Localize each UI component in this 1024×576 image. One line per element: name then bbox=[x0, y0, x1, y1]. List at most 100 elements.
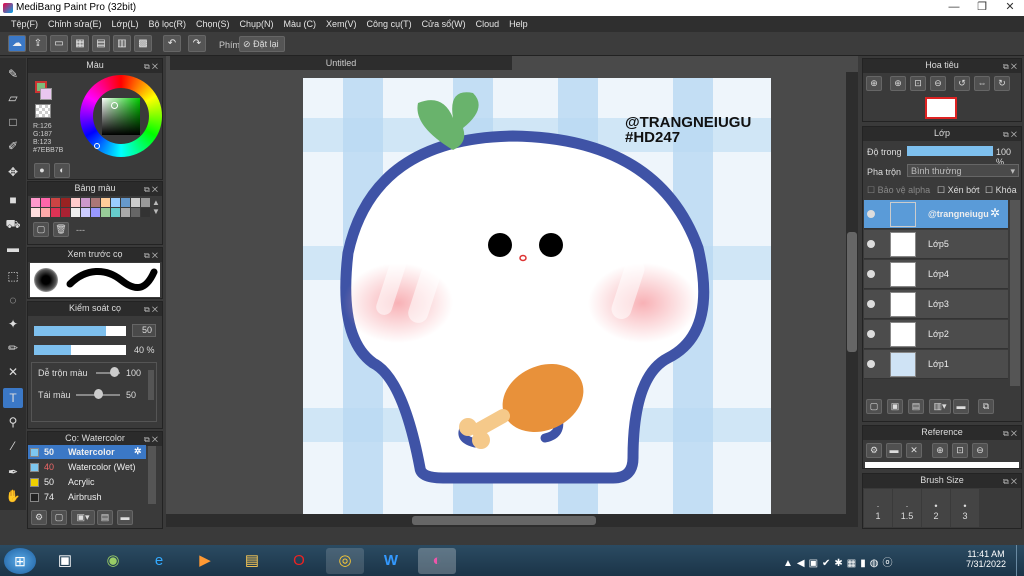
transparent-color-swatch[interactable] bbox=[35, 104, 51, 118]
panel-options-icon[interactable]: ⧉ ✕ bbox=[1003, 128, 1017, 141]
move-tool-icon[interactable]: ✥ bbox=[3, 162, 23, 182]
palette-swatch[interactable] bbox=[81, 198, 90, 207]
horizontal-scroll-thumb[interactable] bbox=[412, 516, 596, 525]
palette-swatch[interactable] bbox=[101, 208, 110, 217]
layer-menu-icon[interactable]: ▥▾ bbox=[929, 399, 951, 414]
layer-folder-icon[interactable]: ▬ bbox=[953, 399, 969, 414]
palette-swatch[interactable] bbox=[121, 198, 130, 207]
medibang-taskbar-icon[interactable]: ◐ bbox=[418, 548, 456, 574]
zoom-out-icon[interactable]: ⊖ bbox=[930, 76, 946, 91]
new-brush-icon[interactable]: ▢ bbox=[51, 510, 67, 525]
mix-slider-handle[interactable] bbox=[110, 367, 119, 377]
menu-window[interactable]: Cửa sổ(W) bbox=[417, 16, 471, 32]
brush-size-slider[interactable] bbox=[34, 326, 126, 336]
panel-options-icon[interactable]: ⧉ ✕ bbox=[144, 303, 158, 316]
close-button[interactable]: ✕ bbox=[996, 0, 1024, 16]
brush-opacity-slider[interactable] bbox=[34, 345, 126, 355]
text-tool-icon[interactable]: T bbox=[3, 388, 23, 408]
gear-icon[interactable]: ✲ bbox=[990, 206, 1000, 220]
new-color-layer-icon[interactable]: ▣ bbox=[887, 399, 903, 414]
eraser-tool-icon[interactable]: ▱ bbox=[3, 88, 23, 108]
opera-icon[interactable]: O bbox=[280, 548, 318, 574]
trash-icon[interactable]: 🗑 bbox=[53, 222, 69, 237]
menu-edit[interactable]: Chỉnh sửa(E) bbox=[43, 16, 107, 32]
add-brush-icon[interactable]: ⚙ bbox=[31, 510, 47, 525]
panel-options-icon[interactable]: ⧉ ✕ bbox=[144, 249, 158, 262]
reference-close-icon[interactable]: ✕ bbox=[906, 443, 922, 458]
brush-control-scrollbar[interactable] bbox=[148, 370, 154, 400]
select-eraser-icon[interactable]: ✕ bbox=[3, 362, 23, 382]
operation-tool-icon[interactable]: ⚲ bbox=[3, 412, 23, 432]
cloud-icon[interactable]: ☁ bbox=[8, 35, 26, 52]
explorer-icon[interactable]: ▤ bbox=[233, 548, 271, 574]
layer-row[interactable]: Lớp2 bbox=[864, 320, 1008, 349]
export-icon[interactable]: ⇪ bbox=[29, 35, 47, 52]
hand-tool-icon[interactable]: ✋ bbox=[3, 486, 23, 506]
protect-alpha-checkbox[interactable]: ☐ Bảo vệ alpha bbox=[867, 185, 930, 196]
rectangle-tool-icon[interactable]: □ bbox=[3, 112, 23, 132]
fit-icon[interactable]: ⊡ bbox=[910, 76, 926, 91]
palette-swatch[interactable] bbox=[71, 208, 80, 217]
brush-size-cell[interactable]: • 2 bbox=[922, 489, 950, 527]
brush-item-watercolor[interactable]: 50 Watercolor ✲ bbox=[28, 445, 146, 459]
panel-options-icon[interactable]: ⧉ ✕ bbox=[144, 433, 158, 446]
palette-swatch[interactable] bbox=[91, 208, 100, 217]
horizontal-scrollbar[interactable] bbox=[166, 514, 858, 527]
palette-swatch[interactable] bbox=[91, 198, 100, 207]
menu-view[interactable]: Xem(V) bbox=[321, 16, 362, 32]
redo-icon[interactable]: ↷ bbox=[188, 35, 206, 52]
palette-swatch[interactable] bbox=[131, 198, 140, 207]
grid-icon[interactable]: ▦ bbox=[71, 35, 89, 52]
add-color-icon[interactable]: ● bbox=[34, 163, 50, 178]
rotate-left-icon[interactable]: ↺ bbox=[954, 76, 970, 91]
blend-select[interactable]: Bình thường ▾ bbox=[907, 164, 1019, 177]
vertical-scrollbar[interactable] bbox=[846, 72, 858, 514]
palette-scroll-arrows[interactable]: ▲ ▼ bbox=[152, 198, 160, 216]
panel-options-icon[interactable]: ⧉ ✕ bbox=[144, 183, 158, 196]
ie-icon[interactable]: e bbox=[140, 548, 178, 574]
select-pen-icon[interactable]: ✏ bbox=[3, 338, 23, 358]
vertical-scroll-thumb[interactable] bbox=[847, 232, 857, 352]
eye-icon[interactable] bbox=[867, 240, 875, 248]
brush-item-acrylic[interactable]: 50 Acrylic bbox=[28, 475, 146, 489]
tray-icons[interactable]: ▲◀▣✔✱▦▮◍ⓞ bbox=[783, 554, 896, 569]
show-desktop-button[interactable] bbox=[1016, 545, 1024, 576]
document-icon[interactable]: ▤ bbox=[92, 35, 110, 52]
menu-layer[interactable]: Lớp(L) bbox=[107, 16, 144, 32]
menu-tools[interactable]: Công cụ(T) bbox=[362, 16, 417, 32]
minimize-button[interactable]: — bbox=[940, 0, 968, 16]
layer-row[interactable]: Lớp5 bbox=[864, 230, 1008, 259]
gradient-tool-icon[interactable]: ▬ bbox=[3, 238, 23, 258]
eye-icon[interactable] bbox=[867, 360, 875, 368]
brush-list-scrollbar[interactable] bbox=[148, 446, 156, 504]
brush-menu-icon[interactable]: ▣▾ bbox=[71, 510, 95, 525]
select-tool-icon[interactable]: ⬚ bbox=[3, 266, 23, 286]
menu-snap[interactable]: Chụp(N) bbox=[235, 16, 279, 32]
brush-item-airbrush[interactable]: 74 Airbrush bbox=[28, 490, 146, 504]
panel-options-icon[interactable]: ⧉ ✕ bbox=[1003, 427, 1017, 440]
menu-cloud[interactable]: Cloud bbox=[471, 16, 505, 32]
palette-swatch[interactable] bbox=[81, 208, 90, 217]
clip-checkbox[interactable]: ☐ Xén bớt bbox=[937, 185, 980, 196]
new-halftone-layer-icon[interactable]: ▤ bbox=[908, 399, 924, 414]
palette-swatch[interactable] bbox=[41, 208, 50, 217]
panel-icon[interactable]: ▥ bbox=[113, 35, 131, 52]
menu-file[interactable]: Tệp(F) bbox=[6, 16, 43, 32]
pen-tool-icon[interactable]: ✐ bbox=[3, 136, 23, 156]
app-icon[interactable]: ◉ bbox=[94, 548, 132, 574]
lasso-tool-icon[interactable]: ◌ bbox=[3, 290, 23, 310]
brush-item-watercolor-wet[interactable]: 40 Watercolor (Wet) bbox=[28, 460, 146, 474]
palette-swatch[interactable] bbox=[121, 208, 130, 217]
palette-swatch[interactable] bbox=[71, 198, 80, 207]
layer-row[interactable]: Lớp3 bbox=[864, 290, 1008, 319]
palette-swatch[interactable] bbox=[101, 198, 110, 207]
palette-swatch[interactable] bbox=[141, 198, 150, 207]
palette-swatch[interactable] bbox=[61, 198, 70, 207]
eye-icon[interactable] bbox=[867, 300, 875, 308]
document-tab[interactable]: Untitled bbox=[170, 56, 512, 70]
menu-help[interactable]: Help bbox=[504, 16, 533, 32]
brush-folder-icon[interactable]: ▬ bbox=[117, 510, 133, 525]
comment-icon[interactable]: ▭ bbox=[50, 35, 68, 52]
gear-icon[interactable]: ✲ bbox=[134, 446, 142, 457]
magic-wand-icon[interactable]: ✦ bbox=[3, 314, 23, 334]
